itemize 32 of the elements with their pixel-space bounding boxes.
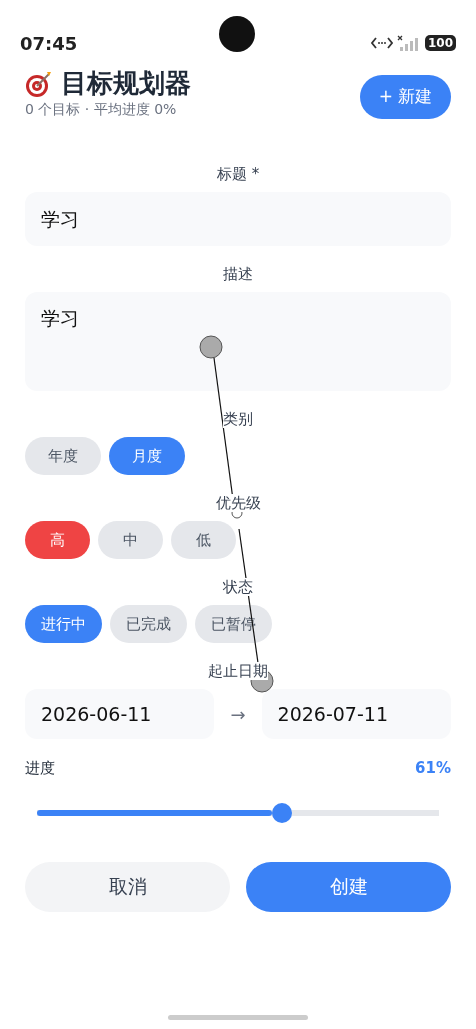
app-title: 目标规划器 <box>61 68 191 100</box>
cancel-button[interactable]: 取消 <box>25 861 230 912</box>
field-label: 状态 <box>223 578 253 596</box>
option-chip[interactable]: 已完成 <box>110 605 187 643</box>
goal-summary: 0 个目标 · 平均进度 0% <box>25 100 178 120</box>
progress-label: 进度 <box>25 758 55 779</box>
option-chip[interactable]: 低 <box>171 521 236 559</box>
status-time: 07:45 <box>20 31 78 56</box>
create-button[interactable]: 创建 <box>246 861 451 912</box>
new-button[interactable]: + 新建 <box>360 75 451 119</box>
code-icon <box>370 37 393 49</box>
battery-level: 100 <box>424 35 456 51</box>
option-chip[interactable]: 年度 <box>25 437 101 475</box>
start-date-field[interactable]: 2026-06-11 <box>25 689 215 739</box>
field-label: 类别 <box>223 410 253 428</box>
option-chip[interactable]: 中 <box>98 521 163 559</box>
field-label: 标题 * <box>216 165 260 183</box>
arrow-separator: → <box>230 702 246 727</box>
field-label: 起止日期 <box>208 662 268 680</box>
slider-thumb[interactable] <box>272 802 293 823</box>
description-field[interactable]: 学习 <box>25 292 451 391</box>
target-icon <box>25 69 53 98</box>
option-chip[interactable]: 进行中 <box>25 605 102 643</box>
option-chip[interactable]: 月度 <box>109 437 185 475</box>
progress-reading: 61% <box>415 758 451 779</box>
title-field[interactable]: 学习 <box>25 192 451 246</box>
field-label: 描述 <box>223 265 253 283</box>
signal-icon <box>396 35 421 51</box>
option-chip[interactable]: 高 <box>25 521 90 559</box>
field-label: 优先级 <box>215 494 261 512</box>
end-date-field[interactable]: 2026-07-11 <box>261 689 451 739</box>
camera-hole <box>219 16 255 52</box>
